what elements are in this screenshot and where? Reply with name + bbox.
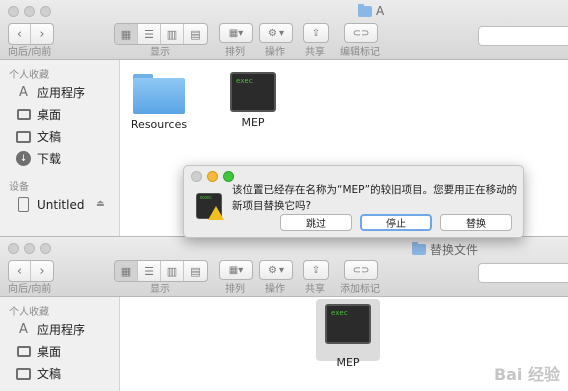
- desktop-icon: [16, 344, 31, 359]
- sidebar-item-documents[interactable]: 文稿: [16, 365, 61, 382]
- drive-icon: [16, 197, 31, 212]
- tag-icon: ⊂⊃: [352, 264, 370, 276]
- gear-icon: ⚙: [268, 27, 277, 39]
- file-item[interactable]: exec MEP: [213, 72, 293, 129]
- view-mode-group: ▦ ☰ ▥ ▤: [114, 260, 208, 282]
- action-button[interactable]: ⚙ ▾: [259, 260, 293, 280]
- add-tags-button[interactable]: ⊂⊃: [344, 260, 378, 280]
- zoom-window-button[interactable]: [40, 243, 51, 254]
- cover-flow-button[interactable]: ▤: [184, 261, 207, 281]
- zoom-dialog-button[interactable]: [223, 171, 234, 182]
- share-button[interactable]: ⇪: [303, 260, 329, 280]
- documents-icon: [16, 129, 31, 144]
- share-label: 共享: [305, 47, 325, 58]
- minimize-window-button[interactable]: [24, 6, 35, 17]
- arrange-button[interactable]: ▦▾: [219, 260, 253, 280]
- terminal-executable-icon: exec: [230, 72, 276, 112]
- sidebar-item-desktop[interactable]: 桌面: [16, 106, 61, 123]
- folder-icon: [412, 242, 426, 255]
- sidebar-item-documents[interactable]: 文稿: [16, 128, 61, 145]
- favorites-header: 个人收藏: [9, 70, 49, 81]
- file-item[interactable]: Resources: [119, 70, 199, 131]
- search-field[interactable]: [478, 26, 568, 46]
- replace-button[interactable]: 替换: [440, 214, 512, 231]
- edit-tags-label: 编辑标记: [340, 47, 380, 58]
- back-forward-group: ‹ ›: [8, 260, 54, 282]
- zoom-window-button[interactable]: [40, 6, 51, 17]
- applications-icon: A: [19, 85, 28, 100]
- list-view-button[interactable]: ☰: [138, 24, 161, 44]
- forward-button[interactable]: ›: [31, 261, 53, 281]
- action-button[interactable]: ⚙ ▾: [259, 23, 293, 43]
- download-icon: ↓: [16, 151, 31, 166]
- view-label: 显示: [150, 284, 170, 295]
- sidebar-item-applications[interactable]: A 应用程序: [16, 321, 85, 338]
- edit-tags-button[interactable]: ⊂⊃: [344, 23, 378, 43]
- minimize-window-button[interactable]: [24, 243, 35, 254]
- view-label: 显示: [150, 47, 170, 58]
- stop-button[interactable]: 停止: [360, 214, 432, 231]
- sidebar: 个人收藏 A 应用程序 桌面 文稿: [0, 297, 120, 391]
- sidebar: 个人收藏 A 应用程序 桌面 文稿 ↓ 下载 设备 Untitled ⏏: [0, 60, 120, 236]
- favorites-header: 个人收藏: [9, 307, 49, 318]
- arrange-label: 排列: [225, 284, 245, 295]
- terminal-executable-icon: exec: [325, 304, 371, 344]
- action-label: 操作: [265, 284, 285, 295]
- cover-flow-button[interactable]: ▤: [184, 24, 207, 44]
- file-item[interactable]: exec MEP: [308, 304, 388, 369]
- skip-button[interactable]: 跳过: [280, 214, 352, 231]
- column-view-button[interactable]: ▥: [161, 261, 184, 281]
- icon-view-button[interactable]: ▦: [115, 261, 138, 281]
- arrange-label: 排列: [225, 47, 245, 58]
- column-view-button[interactable]: ▥: [161, 24, 184, 44]
- documents-icon: [16, 366, 31, 381]
- minimize-dialog-button[interactable]: [207, 171, 218, 182]
- devices-header: 设备: [9, 182, 29, 193]
- close-window-button[interactable]: [8, 243, 19, 254]
- share-icon: ⇪: [311, 27, 321, 39]
- sidebar-item-desktop[interactable]: 桌面: [16, 343, 61, 360]
- close-window-button[interactable]: [8, 6, 19, 17]
- back-forward-group: ‹ ›: [8, 23, 54, 45]
- eject-icon[interactable]: ⏏: [96, 199, 105, 209]
- toolbar: A ‹ › 向后/向前 ▦ ☰ ▥ ▤ 显示 ▦▾ 排列 ⚙ ▾ 操作 ⇪ 共享 …: [0, 0, 568, 60]
- sidebar-item-applications[interactable]: A 应用程序: [16, 84, 85, 101]
- sidebar-item-downloads[interactable]: ↓ 下载: [16, 150, 61, 167]
- desktop-icon: [16, 107, 31, 122]
- share-icon: ⇪: [311, 264, 321, 276]
- applications-icon: A: [19, 322, 28, 337]
- add-tags-label: 添加标记: [340, 284, 380, 295]
- folder-icon: [133, 74, 185, 114]
- replace-dialog: exec 该位置已经存在名称为“MEP”的较旧项目。您要用正在移动的新项目替换它…: [183, 165, 524, 238]
- forward-button[interactable]: ›: [31, 24, 53, 44]
- toolbar: 替换文件 ‹ › 向后/向前 ▦ ☰ ▥ ▤ 显示 ▦▾ 排列 ⚙ ▾ 操作 ⇪ …: [0, 237, 568, 297]
- finder-window-bottom: 替换文件 ‹ › 向后/向前 ▦ ☰ ▥ ▤ 显示 ▦▾ 排列 ⚙ ▾ 操作 ⇪ …: [0, 236, 568, 391]
- folder-icon: [358, 3, 372, 17]
- action-label: 操作: [265, 47, 285, 58]
- back-forward-label: 向后/向前: [8, 284, 52, 295]
- search-field[interactable]: [478, 263, 568, 283]
- close-dialog-button[interactable]: [191, 171, 202, 182]
- list-view-button[interactable]: ☰: [138, 261, 161, 281]
- back-button[interactable]: ‹: [9, 261, 31, 281]
- view-mode-group: ▦ ☰ ▥ ▤: [114, 23, 208, 45]
- warning-icon: [208, 206, 224, 220]
- tag-icon: ⊂⊃: [352, 27, 370, 39]
- sidebar-item-untitled[interactable]: Untitled: [16, 197, 84, 212]
- back-forward-label: 向后/向前: [8, 47, 52, 58]
- share-button[interactable]: ⇪: [303, 23, 329, 43]
- arrange-button[interactable]: ▦▾: [219, 23, 253, 43]
- icon-view-button[interactable]: ▦: [115, 24, 138, 44]
- dialog-message: 该位置已经存在名称为“MEP”的较旧项目。您要用正在移动的新项目替换它吗?: [232, 184, 518, 212]
- share-label: 共享: [305, 284, 325, 295]
- watermark: Bai 经验: [493, 365, 560, 384]
- gear-icon: ⚙: [268, 264, 277, 276]
- window-title: 替换文件: [412, 241, 478, 258]
- back-button[interactable]: ‹: [9, 24, 31, 44]
- window-title: A: [358, 3, 384, 18]
